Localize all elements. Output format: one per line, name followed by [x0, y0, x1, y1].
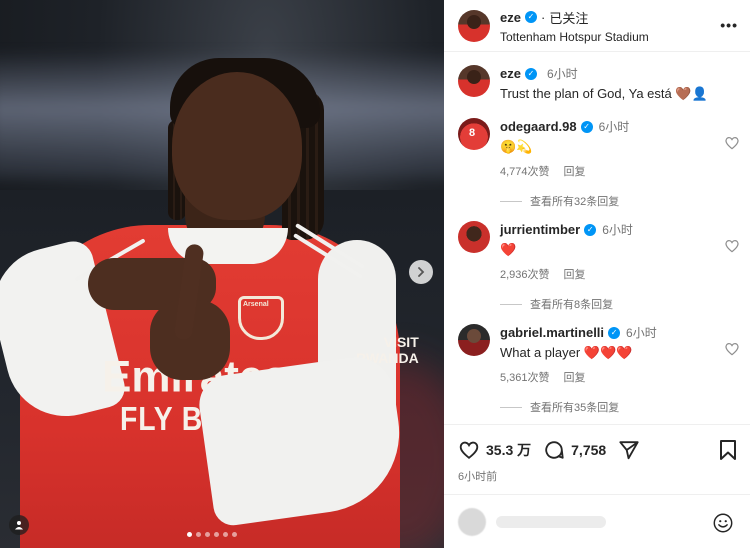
comment-heart-icon[interactable]: [724, 238, 740, 254]
more-options-button[interactable]: •••: [720, 17, 738, 33]
comment-time: 6小时: [626, 326, 657, 340]
carousel-dot: [223, 532, 228, 537]
comment-text: 🤫💫: [500, 139, 533, 154]
caption-author-username[interactable]: eze: [500, 66, 521, 81]
comment-username[interactable]: jurrientimber: [500, 222, 580, 237]
add-comment-input[interactable]: [496, 515, 606, 528]
comment-like-count[interactable]: 2,936次赞: [500, 266, 550, 282]
commenter-avatar[interactable]: [458, 324, 490, 356]
caption-emojis: 🤎👤: [675, 86, 708, 101]
following-button[interactable]: 已关注: [549, 8, 588, 27]
comment-item: gabriel.martinelli ✓ 6小时 What a player ❤…: [444, 324, 750, 384]
like-count[interactable]: 35.3 万: [486, 440, 531, 460]
caption-time: 6小时: [546, 67, 578, 81]
comment-time: 6小时: [602, 223, 633, 237]
carousel-dots: [187, 532, 237, 537]
comment-count[interactable]: 7,758: [571, 442, 606, 458]
carousel-dot: [196, 532, 201, 537]
post-actions: 35.3 万 7,758 6小时前: [444, 424, 750, 494]
view-replies-button[interactable]: 查看所有32条回复: [500, 193, 619, 209]
post-header: eze ✓ · 已关注 Tottenham Hotspur Stadium ••…: [444, 0, 750, 52]
player-head: [172, 72, 302, 220]
comment-time: 6小时: [598, 120, 630, 134]
post-timestamp: 6小时前: [458, 471, 498, 483]
comment-item: odegaard.98 ✓ 6小时 🤫💫 4,774次赞 回复: [444, 118, 750, 178]
author-username[interactable]: eze: [500, 10, 521, 25]
comment-reply-button[interactable]: 回复: [564, 369, 586, 385]
comment-text: What a player ❤️❤️❤️: [500, 345, 633, 360]
commenter-avatar[interactable]: [458, 221, 490, 253]
user-tag-button[interactable]: [9, 515, 29, 535]
view-replies-button[interactable]: 查看所有35条回复: [500, 399, 619, 415]
user-tag-icon: [15, 521, 23, 530]
comment-text: ❤️: [500, 242, 517, 257]
carousel-dot: [205, 532, 210, 537]
comment-like-count[interactable]: 4,774次赞: [500, 163, 550, 179]
post-photo[interactable]: Arsenal Emirates FLY BETTER VISIT RWANDA: [0, 0, 444, 548]
chevron-right-icon: [418, 267, 425, 277]
caption-text: Trust the plan of God, Ya está 🤎👤: [500, 86, 708, 101]
paper-plane-icon[interactable]: [618, 439, 640, 461]
current-user-avatar: [458, 507, 486, 536]
comment-reply-button[interactable]: 回复: [564, 163, 586, 179]
view-replies-button[interactable]: 查看所有8条回复: [500, 296, 613, 312]
carousel-dot: [214, 532, 219, 537]
verified-badge-icon: ✓: [580, 120, 593, 133]
carousel-dot: [232, 532, 237, 537]
verified-badge-icon: ✓: [584, 223, 597, 236]
comment-reply-button[interactable]: 回复: [564, 266, 586, 282]
comment-like-count[interactable]: 5,361次赞: [500, 369, 550, 385]
bookmark-icon[interactable]: [718, 439, 738, 461]
carousel-dot: [187, 532, 192, 537]
comment-username[interactable]: gabriel.martinelli: [500, 325, 604, 340]
add-comment-bar[interactable]: [444, 494, 750, 548]
comment-heart-icon[interactable]: [724, 341, 740, 357]
author-avatar[interactable]: [458, 9, 490, 42]
verified-badge-icon: ✓: [524, 67, 537, 80]
comment-bubble-icon[interactable]: [543, 439, 565, 461]
comment-heart-icon[interactable]: [724, 135, 740, 151]
smiley-icon[interactable]: [712, 512, 734, 534]
comment-item: jurrientimber ✓ 6小时 ❤️ 2,936次赞 回复: [444, 221, 750, 281]
carousel-next-button[interactable]: [409, 260, 433, 284]
comment-username[interactable]: odegaard.98: [500, 119, 577, 134]
post-side-panel: eze ✓ · 已关注 Tottenham Hotspur Stadium ••…: [444, 0, 750, 548]
verified-badge-icon: ✓: [608, 326, 621, 339]
commenter-avatar[interactable]: [458, 118, 490, 150]
verified-badge-icon: ✓: [524, 11, 537, 23]
heart-icon[interactable]: [458, 439, 480, 461]
post-location[interactable]: Tottenham Hotspur Stadium: [500, 30, 649, 44]
caption-author-avatar[interactable]: [458, 65, 490, 97]
